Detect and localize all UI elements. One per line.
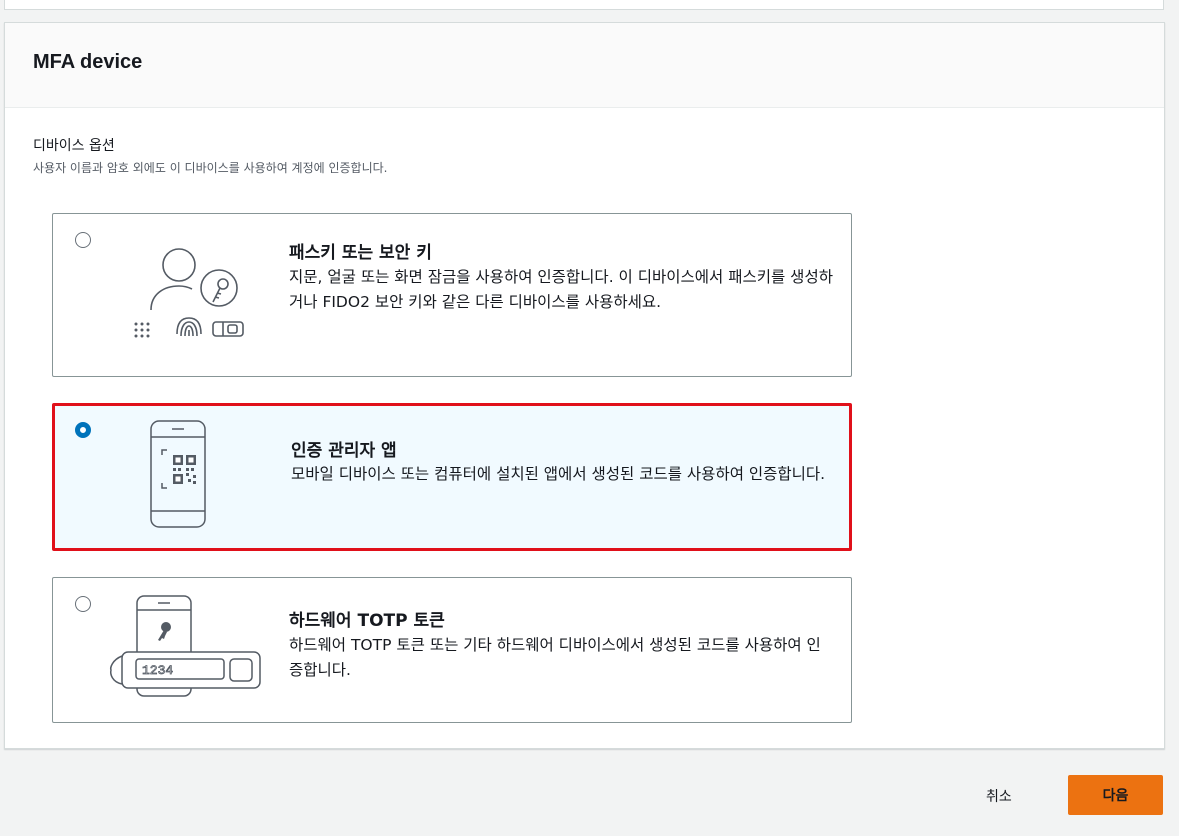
panel-header: MFA device <box>5 23 1164 108</box>
hardware-totp-radio[interactable] <box>75 596 91 612</box>
option-authenticator-app[interactable]: 인증 관리자 앱 모바일 디바이스 또는 컴퓨터에 설치된 앱에서 생성된 코드… <box>52 403 852 551</box>
next-button[interactable]: 다음 <box>1068 775 1163 815</box>
option-passkey[interactable]: 패스키 또는 보안 키 지문, 얼굴 또는 화면 잠금을 사용하여 인증합니다.… <box>52 213 852 377</box>
hardware-token-icon: 1234 <box>110 595 261 697</box>
token-display-digits: 1234 <box>142 663 173 678</box>
device-options-label: 디바이스 옵션 <box>33 138 115 154</box>
passkey-radio[interactable] <box>75 232 91 248</box>
panel-title: MFA device <box>33 51 143 73</box>
cancel-button[interactable]: 취소 <box>986 786 1012 806</box>
mfa-device-panel: MFA device 디바이스 옵션 사용자 이름과 암호 외에도 이 디바이스… <box>4 22 1165 749</box>
option-title: 하드웨어 TOTP 토큰 <box>289 611 445 631</box>
option-title: 패스키 또는 보안 키 <box>289 243 432 263</box>
authenticator-app-radio[interactable] <box>75 422 91 438</box>
option-title: 인증 관리자 앱 <box>291 441 397 461</box>
previous-panel-edge <box>4 0 1164 10</box>
device-options-description: 사용자 이름과 암호 외에도 이 디바이스를 사용하여 계정에 인증합니다. <box>33 161 388 175</box>
option-description: 모바일 디바이스 또는 컴퓨터에 설치된 앱에서 생성된 코드를 사용하여 인증… <box>291 465 826 483</box>
authenticator-app-icon <box>150 420 206 528</box>
option-description: 지문, 얼굴 또는 화면 잠금을 사용하여 인증합니다. 이 디바이스에서 패스… <box>289 268 833 311</box>
passkey-security-key-icon <box>134 248 244 338</box>
option-hardware-totp[interactable]: 1234 하드웨어 TOTP 토큰 하드웨어 TOTP 토큰 또는 기타 하드웨… <box>52 577 852 723</box>
option-description: 하드웨어 TOTP 토큰 또는 기타 하드웨어 디바이스에서 생성된 코드를 사… <box>289 636 821 679</box>
